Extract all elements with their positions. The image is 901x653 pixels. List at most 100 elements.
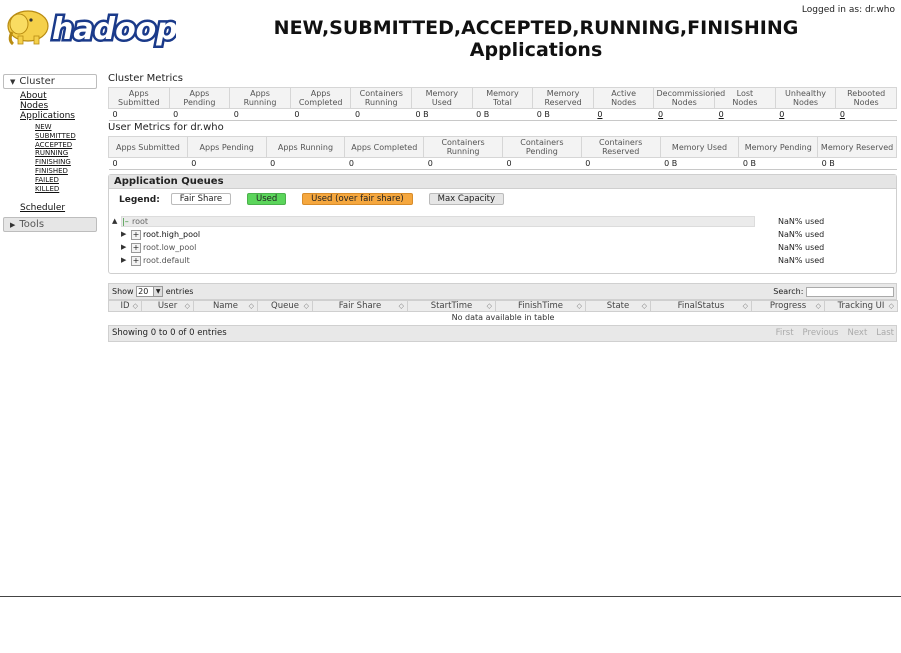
cluster-label: Cluster bbox=[19, 76, 55, 87]
cluster-metric-value: 0 B bbox=[532, 108, 594, 121]
cluster-metric-value: 0 B bbox=[472, 108, 533, 121]
logged-in-user: Logged in as: dr.who bbox=[801, 5, 895, 15]
column-header-label: StartTime bbox=[430, 301, 473, 311]
table-top-bar: Show 20 ▼ entries Search: bbox=[108, 283, 897, 300]
page-length-control: Show 20 ▼ entries bbox=[112, 284, 193, 299]
queue-row-default[interactable]: ▶ + root.default NaN% used bbox=[112, 254, 892, 267]
nav-state-submitted[interactable]: SUBMITTED bbox=[35, 132, 76, 140]
user-metric-value: 0 B bbox=[817, 157, 897, 170]
nav-about-link[interactable]: About bbox=[20, 91, 47, 101]
legend-fair-share: Fair Share bbox=[170, 193, 232, 205]
triangle-right-icon[interactable]: ▶ bbox=[121, 254, 126, 267]
nav-state-finishing[interactable]: FINISHING bbox=[35, 158, 71, 166]
cluster-metric-header-line: Running bbox=[364, 98, 398, 107]
column-header-label: FinalStatus bbox=[677, 301, 725, 311]
sort-icon: ◇ bbox=[303, 302, 309, 310]
pager-first-button[interactable]: First bbox=[776, 328, 794, 338]
expand-plus-icon[interactable]: + bbox=[131, 230, 141, 240]
sort-icon: ◇ bbox=[398, 302, 404, 310]
nav-scheduler-link[interactable]: Scheduler bbox=[20, 203, 65, 213]
pager-previous-button[interactable]: Previous bbox=[803, 328, 839, 338]
nav-nodes-link[interactable]: Nodes bbox=[20, 101, 48, 111]
user-metric-header: Memory Used bbox=[659, 136, 740, 158]
collapse-icon[interactable]: |– bbox=[122, 215, 129, 228]
queue-used-default: NaN% used bbox=[778, 256, 825, 265]
tools-section-toggle[interactable]: ▶ Tools bbox=[3, 217, 97, 233]
cluster-metric-header: Apps Completed bbox=[289, 87, 352, 109]
triangle-right-icon: ▶ bbox=[10, 221, 16, 230]
user-metric-header: Memory Pending bbox=[738, 136, 819, 158]
pager-last-button[interactable]: Last bbox=[876, 328, 894, 338]
user-metric-header: Containers Reserved bbox=[580, 136, 661, 158]
user-metrics-title: User Metrics for dr.who bbox=[108, 122, 224, 133]
cluster-metric-header: Decommissioned Nodes bbox=[653, 87, 725, 109]
column-header[interactable]: StartTime ◇ bbox=[407, 300, 496, 312]
legend: Legend: Fair Share Used Used (over fair … bbox=[119, 193, 517, 205]
cluster-metric-header-line: Running bbox=[243, 98, 277, 107]
column-header[interactable]: Queue ◇ bbox=[257, 300, 313, 312]
page-length-select[interactable]: 20 ▼ bbox=[136, 286, 164, 297]
queue-name-default[interactable]: root.default bbox=[143, 254, 190, 267]
queue-name-root[interactable]: root bbox=[132, 215, 148, 228]
column-header[interactable]: FinalStatus ◇ bbox=[650, 300, 752, 312]
column-header[interactable]: Name ◇ bbox=[193, 300, 258, 312]
table-footer: Showing 0 to 0 of 0 entries First Previou… bbox=[108, 325, 897, 342]
cluster-metric-header-line: Unhealthy bbox=[785, 89, 826, 98]
triangle-right-icon[interactable]: ▶ bbox=[121, 241, 126, 254]
cluster-metric-link[interactable]: 0 bbox=[658, 110, 663, 119]
user-metric-value: 0 bbox=[502, 157, 582, 170]
pager-next-button[interactable]: Next bbox=[847, 328, 867, 338]
cluster-metric-header: Active Nodes bbox=[592, 87, 655, 109]
nav-state-running[interactable]: RUNNING bbox=[35, 149, 68, 157]
search-input[interactable] bbox=[806, 286, 894, 297]
user-metric-value: 0 bbox=[187, 157, 267, 170]
chevron-down-icon: ▼ bbox=[153, 287, 163, 296]
cluster-metric-header-line: Apps bbox=[250, 89, 270, 98]
cluster-metric-value: 0 bbox=[229, 108, 291, 121]
column-header-label: FinishTime bbox=[518, 301, 563, 311]
queue-row-high-pool[interactable]: ▶ + root.high_pool NaN% used bbox=[112, 228, 892, 241]
cluster-metric-link[interactable]: 0 bbox=[779, 110, 784, 119]
legend-used-over-fair-share: Used (over fair share) bbox=[302, 193, 413, 205]
column-header-label: State bbox=[606, 301, 630, 311]
column-header[interactable]: ID ◇ bbox=[108, 300, 142, 312]
cluster-metric-header-line: Total bbox=[493, 98, 512, 107]
queue-row-root[interactable]: ▲ |– root NaN% used bbox=[112, 215, 892, 228]
queue-used-low-pool: NaN% used bbox=[778, 243, 825, 252]
page-title: NEW,SUBMITTED,ACCEPTED,RUNNING,FINISHING… bbox=[200, 17, 872, 61]
queue-name-low-pool[interactable]: root.low_pool bbox=[143, 241, 196, 254]
cluster-metric-header-line: Apps bbox=[189, 89, 210, 98]
column-header[interactable]: Progress ◇ bbox=[751, 300, 825, 312]
cluster-metric-link[interactable]: 0 bbox=[597, 110, 602, 119]
queue-name-high-pool[interactable]: root.high_pool bbox=[143, 228, 200, 241]
expand-plus-icon[interactable]: + bbox=[131, 256, 141, 266]
cluster-metric-value: 0 bbox=[108, 108, 170, 121]
cluster-metric-link[interactable]: 0 bbox=[840, 110, 845, 119]
expand-plus-icon[interactable]: + bbox=[131, 243, 141, 253]
triangle-right-icon[interactable]: ▶ bbox=[121, 228, 126, 241]
column-header[interactable]: Tracking UI ◇ bbox=[824, 300, 898, 312]
nav-applications-link[interactable]: Applications bbox=[20, 111, 75, 121]
nav-state-finished[interactable]: FINISHED bbox=[35, 167, 68, 175]
nav-state-failed[interactable]: FAILED bbox=[35, 176, 59, 184]
column-header[interactable]: State ◇ bbox=[585, 300, 651, 312]
cluster-metric-header-line: Apps bbox=[128, 89, 149, 98]
cluster-metric-link[interactable]: 0 bbox=[719, 110, 724, 119]
column-header[interactable]: Fair Share ◇ bbox=[312, 300, 408, 312]
queue-row-low-pool[interactable]: ▶ + root.low_pool NaN% used bbox=[112, 241, 892, 254]
column-header[interactable]: FinishTime ◇ bbox=[495, 300, 586, 312]
triangle-down-icon[interactable]: ▲ bbox=[112, 215, 117, 228]
search-label: Search: bbox=[773, 287, 804, 296]
user-metric-value: 0 B bbox=[738, 157, 818, 170]
column-header[interactable]: User ◇ bbox=[141, 300, 194, 312]
nav-state-accepted[interactable]: ACCEPTED bbox=[35, 141, 72, 149]
cluster-section-toggle[interactable]: ▼ Cluster bbox=[3, 74, 97, 89]
nav-state-new[interactable]: NEW bbox=[35, 123, 52, 131]
nav-state-killed[interactable]: KILLED bbox=[35, 185, 59, 193]
hadoop-logo[interactable]: hadoop bbox=[4, 4, 180, 50]
user-metric-header: Containers Pending bbox=[501, 136, 582, 158]
sort-icon: ◇ bbox=[132, 302, 138, 310]
user-metric-header: Containers Running bbox=[423, 136, 503, 158]
cluster-metric-value: 0 bbox=[835, 108, 897, 121]
cluster-metrics-title: Cluster Metrics bbox=[108, 73, 183, 84]
